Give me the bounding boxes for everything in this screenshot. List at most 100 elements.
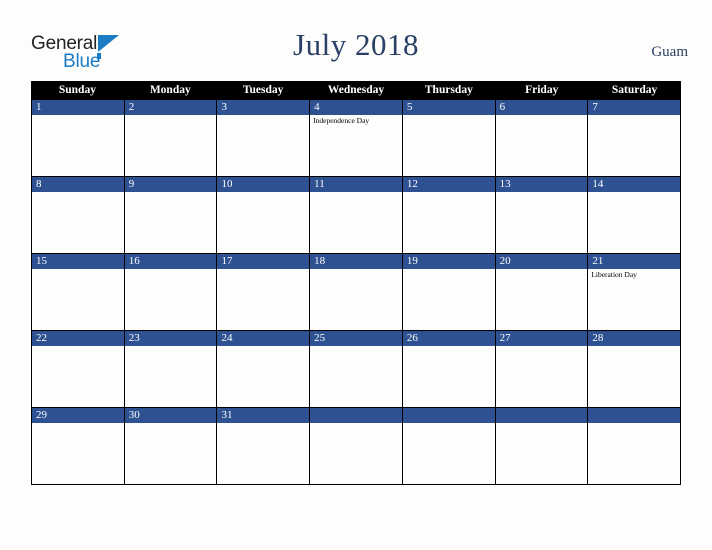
calendar-day-cell[interactable]: 16 (124, 254, 218, 330)
calendar-day-cell-empty[interactable] (588, 408, 681, 484)
calendar-date-number: 3 (217, 100, 310, 115)
weekday-header-saturday: Saturday (611, 84, 658, 96)
calendar-day-cell[interactable]: 13 (495, 177, 589, 253)
calendar-day-body (588, 115, 680, 176)
calendar-date-number: 5 (402, 100, 495, 115)
calendar-day-body (588, 192, 680, 253)
calendar-date-number (402, 408, 495, 423)
weekday-header-tuesday: Tuesday (242, 84, 284, 96)
calendar-day-cell[interactable]: 1 (32, 100, 125, 176)
calendar-day-body (217, 423, 309, 484)
calendar-date-number: 25 (310, 331, 402, 346)
calendar-date-number: 13 (495, 177, 588, 192)
calendar-date-number: 15 (32, 254, 124, 269)
calendar-date-number: 30 (124, 408, 217, 423)
calendar-day-cell[interactable]: 11 (310, 177, 403, 253)
calendar-day-cell[interactable]: 17 (217, 254, 311, 330)
calendar-date-number: 16 (124, 254, 217, 269)
calendar-date-number: 8 (32, 177, 124, 192)
calendar-event-label: Independence Day (313, 116, 370, 125)
calendar-day-cell[interactable]: 27 (495, 331, 589, 407)
calendar-day-body (32, 115, 124, 176)
weekday-header-monday: Monday (149, 84, 191, 96)
calendar-day-cell-empty[interactable] (310, 408, 403, 484)
calendar-day-cell[interactable]: 8 (32, 177, 125, 253)
calendar-day-body (32, 192, 124, 253)
calendar-page: General Blue July 2018 Guam Sunday Monda… (0, 0, 712, 550)
calendar-day-cell[interactable]: 4 Independence Day (310, 100, 403, 176)
calendar-day-cell[interactable]: 12 (402, 177, 496, 253)
calendar-day-cell[interactable]: 23 (124, 331, 218, 407)
calendar-day-cell[interactable]: 9 (124, 177, 218, 253)
calendar-day-body (125, 192, 217, 253)
calendar-day-cell[interactable]: 29 (32, 408, 125, 484)
calendar-day-body (217, 269, 309, 330)
calendar-date-number: 2 (124, 100, 217, 115)
calendar-day-cell[interactable]: 21 Liberation Day (588, 254, 681, 330)
calendar-day-body (403, 269, 495, 330)
calendar-grid: Sunday Monday Tuesday Wednesday Thursday… (31, 81, 681, 485)
calendar-day-cell[interactable]: 24 (217, 331, 311, 407)
calendar-day-cell[interactable]: 20 (495, 254, 589, 330)
calendar-day-body (125, 269, 217, 330)
calendar-day-cell[interactable]: 30 (124, 408, 218, 484)
calendar-day-body (32, 423, 124, 484)
calendar-date-number: 14 (588, 177, 681, 192)
calendar-day-body (588, 423, 680, 484)
calendar-day-body (403, 423, 495, 484)
calendar-date-number: 21 (588, 254, 681, 269)
page-title: July 2018 (293, 27, 419, 62)
calendar-day-cell[interactable]: 14 (588, 177, 681, 253)
weekday-header-row: Sunday Monday Tuesday Wednesday Thursday… (31, 81, 681, 100)
calendar-date-number: 28 (588, 331, 681, 346)
calendar-date-number (310, 408, 402, 423)
calendar-day-body (125, 346, 217, 407)
calendar-day-body (496, 192, 588, 253)
calendar-day-body (32, 269, 124, 330)
calendar-day-cell[interactable]: 15 (32, 254, 125, 330)
calendar-week-row: 1 2 3 4 Independence Day 5 6 7 (31, 100, 681, 177)
calendar-day-body (403, 346, 495, 407)
calendar-date-number: 1 (32, 100, 124, 115)
weekday-header-friday: Friday (525, 84, 559, 96)
calendar-day-cell[interactable]: 22 (32, 331, 125, 407)
calendar-week-row: 15 16 17 18 19 20 21 Liberation Day (31, 254, 681, 331)
calendar-day-body (496, 346, 588, 407)
calendar-date-number: 26 (402, 331, 495, 346)
calendar-day-body (217, 192, 309, 253)
calendar-day-cell[interactable]: 2 (124, 100, 218, 176)
calendar-date-number: 23 (124, 331, 217, 346)
calendar-day-cell[interactable]: 5 (402, 100, 496, 176)
calendar-day-body (588, 346, 680, 407)
calendar-day-cell[interactable]: 26 (402, 331, 496, 407)
calendar-day-cell[interactable]: 3 (217, 100, 311, 176)
calendar-day-cell[interactable]: 6 (495, 100, 589, 176)
calendar-day-body (496, 423, 588, 484)
calendar-day-cell-empty[interactable] (402, 408, 496, 484)
weekday-header-sunday: Sunday (58, 84, 96, 96)
calendar-date-number: 19 (402, 254, 495, 269)
calendar-day-cell[interactable]: 25 (310, 331, 403, 407)
calendar-date-number (495, 408, 588, 423)
calendar-date-number: 7 (588, 100, 681, 115)
calendar-day-body (32, 346, 124, 407)
calendar-day-body (310, 346, 402, 407)
calendar-date-number: 20 (495, 254, 588, 269)
calendar-date-number: 18 (310, 254, 402, 269)
country-label: Guam (651, 44, 688, 60)
calendar-day-cell[interactable]: 31 (217, 408, 311, 484)
calendar-day-body: Liberation Day (588, 269, 680, 330)
calendar-day-cell[interactable]: 18 (310, 254, 403, 330)
calendar-day-cell[interactable]: 7 (588, 100, 681, 176)
calendar-week-row: 8 9 10 11 12 13 14 (31, 177, 681, 254)
calendar-day-body (125, 423, 217, 484)
calendar-day-cell-empty[interactable] (495, 408, 589, 484)
calendar-date-number: 22 (32, 331, 124, 346)
calendar-day-cell[interactable]: 19 (402, 254, 496, 330)
calendar-week-row: 29 30 31 (31, 408, 681, 485)
calendar-date-number: 31 (217, 408, 310, 423)
calendar-day-cell[interactable]: 10 (217, 177, 311, 253)
calendar-date-number: 4 (310, 100, 402, 115)
calendar-day-cell[interactable]: 28 (588, 331, 681, 407)
calendar-date-number: 17 (217, 254, 310, 269)
